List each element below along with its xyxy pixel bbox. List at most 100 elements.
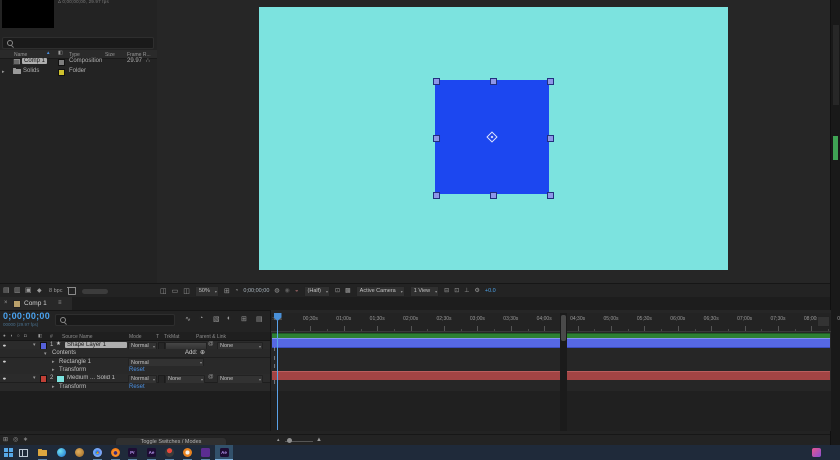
- snapshot-icon[interactable]: ◍: [274, 288, 279, 294]
- frame-blending-icon[interactable]: ▧: [213, 315, 220, 323]
- brave-icon[interactable]: [165, 448, 174, 457]
- zoom-out-mountain-icon[interactable]: ▴: [277, 438, 280, 443]
- transfer-controls-pane-icon[interactable]: ◎: [13, 437, 18, 443]
- orange-app-icon[interactable]: [183, 448, 192, 457]
- timeline-search-input[interactable]: [55, 314, 175, 326]
- task-view-button[interactable]: [19, 449, 28, 457]
- mini-flowchart-icon[interactable]: ⊟: [444, 288, 449, 294]
- grid-guides-icon[interactable]: ⊞: [224, 288, 230, 295]
- project-search-input[interactable]: [2, 37, 154, 49]
- graph-editor-icon[interactable]: ▤: [256, 315, 263, 323]
- selection-handle[interactable]: [490, 78, 497, 85]
- solo-column-icon[interactable]: ○: [17, 334, 20, 339]
- column-trkmat[interactable]: TrkMat: [164, 334, 179, 340]
- column-t[interactable]: T: [156, 334, 159, 340]
- monitor-plus-icon[interactable]: ◫: [183, 288, 190, 295]
- chevron-down-icon[interactable]: ▾: [44, 351, 47, 357]
- selection-handle[interactable]: [547, 192, 554, 199]
- channels-icon[interactable]: ◒: [295, 288, 299, 294]
- eye-icon[interactable]: ●: [2, 343, 6, 348]
- panel-menu-icon[interactable]: ≡: [58, 300, 62, 306]
- eye-icon[interactable]: ●: [2, 376, 6, 381]
- close-icon[interactable]: ×: [4, 300, 8, 306]
- monitor-icon[interactable]: ▭: [172, 288, 179, 295]
- chevron-down-icon[interactable]: ▾: [33, 375, 36, 381]
- adjustment-icon[interactable]: ◆: [37, 288, 42, 294]
- label-swatch-yellow[interactable]: [58, 69, 65, 76]
- comp-marker-bin[interactable]: [817, 316, 830, 327]
- tray-app-icon[interactable]: [812, 448, 821, 457]
- group-label[interactable]: Contents: [52, 350, 76, 356]
- layer-bar-solid-1[interactable]: [272, 371, 830, 380]
- add-shape-icon[interactable]: ⊕: [200, 350, 205, 356]
- layer-name-selected[interactable]: Shape Layer 1: [65, 342, 127, 349]
- hide-shy-layers-icon[interactable]: ◔: [199, 315, 203, 322]
- brainstorm-icon[interactable]: ⊞: [241, 315, 247, 323]
- file-explorer-icon[interactable]: [38, 450, 47, 456]
- chevron-right-icon[interactable]: ▸: [52, 384, 55, 390]
- composition-mini-flowchart-icon[interactable]: ∿: [185, 315, 191, 323]
- layer-switches-pane-icon[interactable]: ⊞: [3, 437, 8, 443]
- show-snapshot-icon[interactable]: ◉: [285, 288, 290, 294]
- view-layout-icon[interactable]: ◫: [160, 288, 167, 295]
- project-item-name[interactable]: Comp 1: [22, 58, 47, 64]
- selection-handle[interactable]: [433, 78, 440, 85]
- edge-icon[interactable]: [57, 448, 66, 457]
- eye-icon[interactable]: ●: [2, 359, 6, 364]
- pickwhip-icon[interactable]: @: [208, 375, 214, 381]
- selection-handle[interactable]: [433, 135, 440, 142]
- trash-icon[interactable]: [68, 288, 76, 295]
- column-mode[interactable]: Mode: [129, 334, 142, 340]
- viewer-timecode[interactable]: 0;00;00;00: [243, 288, 269, 294]
- time-ruler[interactable]: :00s00;30s01;00s01;30s02;00s02;30s03;00s…: [271, 313, 831, 332]
- camera-select[interactable]: Active Camera▾: [356, 286, 405, 297]
- pickwhip-icon[interactable]: @: [208, 342, 214, 348]
- motion-blur-icon[interactable]: ◐: [227, 315, 231, 322]
- chevron-right-icon[interactable]: ▸: [52, 359, 55, 365]
- resolution-select[interactable]: (Half)▾: [304, 286, 330, 297]
- chrome-icon[interactable]: [93, 448, 102, 457]
- paint-app-icon[interactable]: [75, 448, 84, 457]
- column-source-name[interactable]: Source Name: [62, 334, 93, 340]
- group-label[interactable]: Transform: [59, 384, 86, 390]
- premiere-pro-icon[interactable]: Pr: [128, 448, 137, 457]
- timeline-zoom-slider-knob[interactable]: [287, 438, 292, 443]
- interpret-footage-icon[interactable]: ▤: [3, 287, 10, 294]
- label-swatch-gray[interactable]: [58, 59, 65, 66]
- mask-visibility-icon[interactable]: ◔: [235, 288, 239, 294]
- label-column-icon[interactable]: ◧: [58, 51, 63, 56]
- eye-column-icon[interactable]: ●: [3, 334, 6, 339]
- chevron-down-icon[interactable]: ▾: [33, 342, 36, 348]
- project-row-solids[interactable]: ▸ Solids Folder: [0, 67, 157, 76]
- timeline-vertical-scrollbar[interactable]: [560, 313, 567, 431]
- lock-column-icon[interactable]: ◘: [24, 334, 27, 339]
- timeline-tab-comp1[interactable]: × Comp 1 ≡: [0, 297, 72, 310]
- sort-ascending-icon[interactable]: ▲: [46, 51, 50, 56]
- color-depth-button[interactable]: 8 bpc: [49, 288, 62, 294]
- exposure-value[interactable]: +0.0: [485, 288, 496, 294]
- selection-handle[interactable]: [433, 192, 440, 199]
- reset-link[interactable]: Reset: [129, 367, 145, 373]
- transparency-grid-icon[interactable]: ▩: [345, 288, 351, 294]
- after-effects-icon[interactable]: Ae: [147, 448, 156, 457]
- selection-handle[interactable]: [547, 135, 554, 142]
- start-button[interactable]: [4, 448, 13, 457]
- pixel-aspect-icon[interactable]: ⊥: [464, 288, 469, 294]
- new-composition-icon[interactable]: ▣: [25, 287, 32, 294]
- playhead-line[interactable]: [277, 313, 278, 430]
- label-column-icon[interactable]: ◧: [38, 334, 42, 339]
- group-label[interactable]: Transform: [59, 367, 86, 373]
- magnification-select[interactable]: 50%▾: [195, 286, 219, 297]
- view-count-select[interactable]: 1 View▾: [410, 286, 439, 297]
- selection-handle[interactable]: [490, 192, 497, 199]
- scrollbar-thumb[interactable]: [561, 315, 566, 341]
- column-parent-link[interactable]: Parent & Link: [196, 334, 226, 340]
- project-row-comp1[interactable]: Comp 1 Composition 29.97 ∴: [0, 57, 157, 66]
- column-number[interactable]: #: [50, 334, 53, 340]
- selection-handle[interactable]: [547, 78, 554, 85]
- new-folder-icon[interactable]: ▥: [14, 287, 21, 294]
- firefox-icon[interactable]: [111, 448, 120, 457]
- region-of-interest-icon[interactable]: ⊡: [335, 288, 340, 294]
- inout-pane-icon[interactable]: ∗: [23, 437, 28, 443]
- expander-icon[interactable]: ▸: [2, 69, 5, 75]
